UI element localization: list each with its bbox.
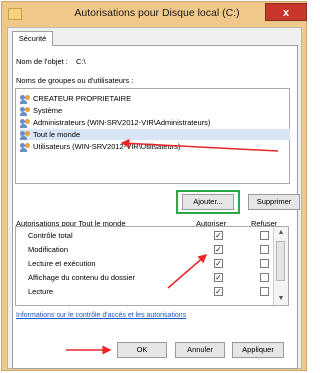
arrow-to-full-control: [167, 254, 208, 289]
annotation-arrows: [66, 138, 279, 355]
tab-security[interactable]: Sécurité: [12, 31, 53, 46]
arrow-to-tout-le-monde: [120, 138, 279, 152]
